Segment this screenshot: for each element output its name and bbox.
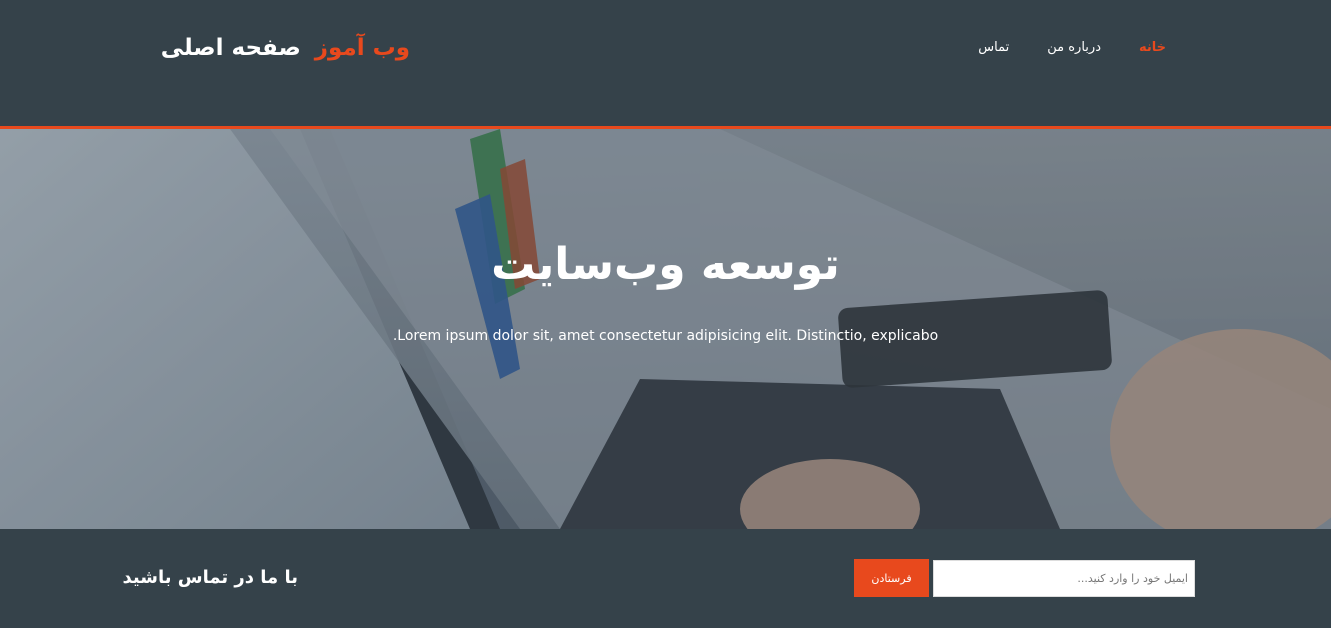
site-title[interactable]: وب آموز صفحه اصلی: [161, 35, 410, 61]
email-input[interactable]: [933, 560, 1195, 597]
nav-link-home[interactable]: خانه: [1139, 38, 1166, 58]
hero-description: Lorem ipsum dolor sit, amet consectetur …: [392, 328, 939, 344]
branding: وب آموز صفحه اصلی: [150, 30, 410, 66]
site-title-highlight: وب آموز: [314, 35, 410, 61]
nav-link-about[interactable]: درباره من: [1047, 38, 1101, 58]
hero-showcase: توسعه وب‌سایت Lorem ipsum dolor sit, ame…: [0, 129, 1331, 529]
nav-link-contact[interactable]: تماس: [978, 38, 1009, 58]
main-nav: خانه درباره من تماس: [960, 36, 1166, 60]
site-header: وب آموز صفحه اصلی خانه درباره من تماس: [0, 0, 1331, 126]
subscribe-button[interactable]: فرستادن: [854, 559, 929, 597]
newsletter-section: با ما در تماس باشید فرستادن: [0, 529, 1331, 628]
hero-title: توسعه وب‌سایت: [491, 239, 840, 290]
newsletter-heading: با ما در تماس باشید: [122, 567, 298, 588]
site-title-main: صفحه اصلی: [160, 35, 301, 61]
